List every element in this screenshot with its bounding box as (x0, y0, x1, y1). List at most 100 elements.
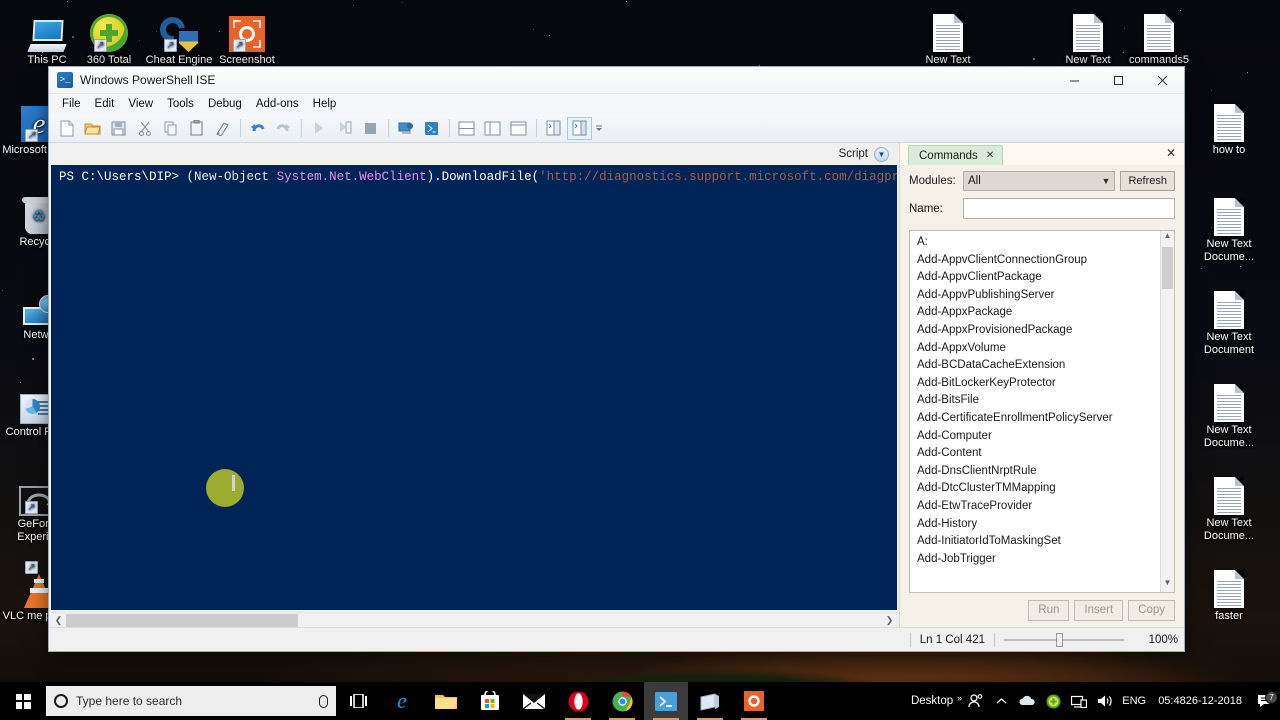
tab-commands[interactable]: Commands ✕ (908, 145, 1004, 165)
command-list-item[interactable]: Add-BCDataCacheExtension (910, 357, 1160, 375)
commands-pane-close-icon[interactable]: ✕ (1166, 146, 1176, 160)
menu-file[interactable]: File (55, 96, 88, 112)
desktop-icon[interactable]: 360 Total (70, 6, 148, 67)
show-command-addon-icon[interactable] (541, 117, 566, 140)
clock[interactable]: 05:48 26-12-2018 (1150, 695, 1250, 708)
command-list-item[interactable]: Add-AppvPublishingServer (910, 287, 1160, 305)
start-button[interactable] (0, 682, 46, 720)
refresh-button[interactable]: Refresh (1120, 171, 1175, 191)
close-button[interactable] (1140, 67, 1184, 94)
new-script-icon[interactable] (54, 117, 79, 140)
command-list-item[interactable]: Add-EtwTraceProvider (910, 498, 1160, 516)
start-powershell-icon[interactable] (419, 117, 444, 140)
zoom-slider-thumb[interactable] (1056, 632, 1063, 647)
show-script-pane-top-icon[interactable] (454, 117, 479, 140)
volume-icon[interactable] (1092, 694, 1118, 708)
undo-icon[interactable] (245, 117, 270, 140)
command-list-item[interactable]: Add-BitsFile (910, 392, 1160, 410)
minimize-button[interactable] (1052, 67, 1096, 94)
powershell-ise-window[interactable]: >_ Windows PowerShell ISE File Edit View… (48, 66, 1185, 652)
task-view-button[interactable] (336, 682, 380, 720)
network-icon[interactable] (1066, 695, 1092, 708)
command-list-item[interactable]: Add-AppxVolume (910, 340, 1160, 358)
taskbar-app-microsoft-edge[interactable]: e (380, 682, 424, 720)
console-pane[interactable]: PS C:\Users\DIP> (New-Object System.Net.… (51, 165, 897, 610)
command-list-item[interactable]: Add-History (910, 516, 1160, 534)
command-list-item[interactable]: Add-Computer (910, 428, 1160, 446)
run-button[interactable]: Run (1028, 599, 1070, 621)
zoom-slider[interactable] (1004, 632, 1124, 647)
commands-list[interactable]: A: Add-AppvClientConnectionGroup Add-AppvC… (909, 230, 1175, 593)
command-list-item[interactable]: Add-BitLockerKeyProtector (910, 375, 1160, 393)
scroll-left-icon[interactable]: ❮ (51, 615, 66, 626)
desktop-icon[interactable]: faster (1190, 562, 1268, 623)
new-remote-tab-icon[interactable] (393, 117, 418, 140)
taskbar-app-file-explorer[interactable] (424, 682, 468, 720)
scrollbar-thumb[interactable] (66, 613, 298, 627)
menu-tools[interactable]: Tools (160, 96, 201, 112)
desktop-icon[interactable]: New Text (909, 6, 987, 67)
open-script-icon[interactable] (80, 117, 105, 140)
show-desktop-label[interactable]: Desktop (905, 695, 959, 707)
onedrive-icon[interactable] (1014, 695, 1040, 707)
show-hidden-icons-chevron-icon[interactable] (988, 697, 1014, 705)
taskbar-app-google-chrome[interactable] (600, 682, 644, 720)
language-indicator[interactable]: ENG (1118, 695, 1150, 707)
maximize-button[interactable] (1096, 67, 1140, 94)
desktop-icon[interactable]: how to (1190, 96, 1268, 157)
modules-select[interactable]: All ▼ (963, 171, 1116, 191)
menu-help[interactable]: Help (306, 96, 344, 112)
copy-button[interactable]: Copy (1128, 599, 1175, 621)
commands-list-scrollbar[interactable]: ▲ ▼ (1160, 231, 1174, 592)
show-script-pane-maximized-icon[interactable] (506, 117, 531, 140)
taskbar-app-microsoft-store[interactable] (468, 682, 512, 720)
desktop-icon[interactable]: Cheat Engine (140, 6, 218, 67)
notifications-button[interactable]: 7 (1250, 691, 1280, 708)
run-script-icon[interactable] (306, 117, 331, 140)
taskbar-app-opera[interactable] (556, 682, 600, 720)
desktop-icon[interactable]: New Text (1049, 6, 1127, 67)
scrollbar-thumb[interactable] (1162, 247, 1173, 289)
clear-console-icon[interactable] (210, 117, 235, 140)
command-list-item[interactable]: Add-Content (910, 445, 1160, 463)
desktop-icon[interactable]: New Text Document (1190, 283, 1268, 357)
cut-icon[interactable] (132, 117, 157, 140)
scroll-down-icon[interactable]: ▼ (1161, 578, 1174, 592)
taskbar-app-powershell-ise[interactable] (644, 682, 688, 720)
command-list-item[interactable]: Add-AppvClientPackage (910, 269, 1160, 287)
show-script-pane-right-icon[interactable] (480, 117, 505, 140)
desktop-icon[interactable]: New Text Docume... (1190, 376, 1268, 450)
insert-button[interactable]: Insert (1074, 599, 1124, 621)
save-icon[interactable] (106, 117, 131, 140)
close-icon[interactable]: ✕ (986, 150, 994, 161)
command-list-item[interactable]: Add-AppvClientConnectionGroup (910, 252, 1160, 270)
copy-icon[interactable] (158, 117, 183, 140)
command-list-item[interactable]: Add-AppxProvisionedPackage (910, 322, 1160, 340)
command-list-item[interactable]: Add-CertificateEnrollmentPolicyServer (910, 410, 1160, 428)
command-list-item[interactable]: Add-InitiatorIdToMaskingSet (910, 533, 1160, 551)
search-box[interactable]: Type here to search (46, 686, 336, 716)
menu-edit[interactable]: Edit (88, 96, 122, 112)
scrollbar-track[interactable] (66, 613, 882, 627)
chevron-down-icon[interactable]: ▼ (874, 146, 889, 162)
name-input[interactable] (963, 198, 1175, 219)
taskbar-app-screenshot[interactable] (732, 682, 776, 720)
run-selection-icon[interactable] (332, 117, 357, 140)
desktop-icon[interactable]: New Text Docume... (1190, 190, 1268, 264)
menu-debug[interactable]: Debug (201, 96, 249, 112)
paste-icon[interactable] (184, 117, 209, 140)
show-command-window-icon[interactable] (567, 116, 592, 140)
menu-view[interactable]: View (121, 96, 160, 112)
desktop-icon[interactable]: commands5 (1120, 6, 1198, 67)
taskbar-app-mail[interactable] (512, 682, 556, 720)
console-horizontal-scrollbar[interactable]: ❮ ❯ (51, 612, 897, 627)
taskbar-app-sticky-notes[interactable] (688, 682, 732, 720)
microphone-icon[interactable] (319, 694, 328, 708)
desktop-icon[interactable]: Screenshot (208, 6, 286, 67)
redo-icon[interactable] (271, 117, 296, 140)
menu-addons[interactable]: Add-ons (249, 96, 306, 112)
desktop-icon[interactable]: New Text Docume... (1190, 469, 1268, 543)
command-list-item[interactable]: Add-DnsClientNrptRule (910, 463, 1160, 481)
window-titlebar[interactable]: >_ Windows PowerShell ISE (49, 67, 1184, 94)
people-icon[interactable] (962, 694, 988, 708)
